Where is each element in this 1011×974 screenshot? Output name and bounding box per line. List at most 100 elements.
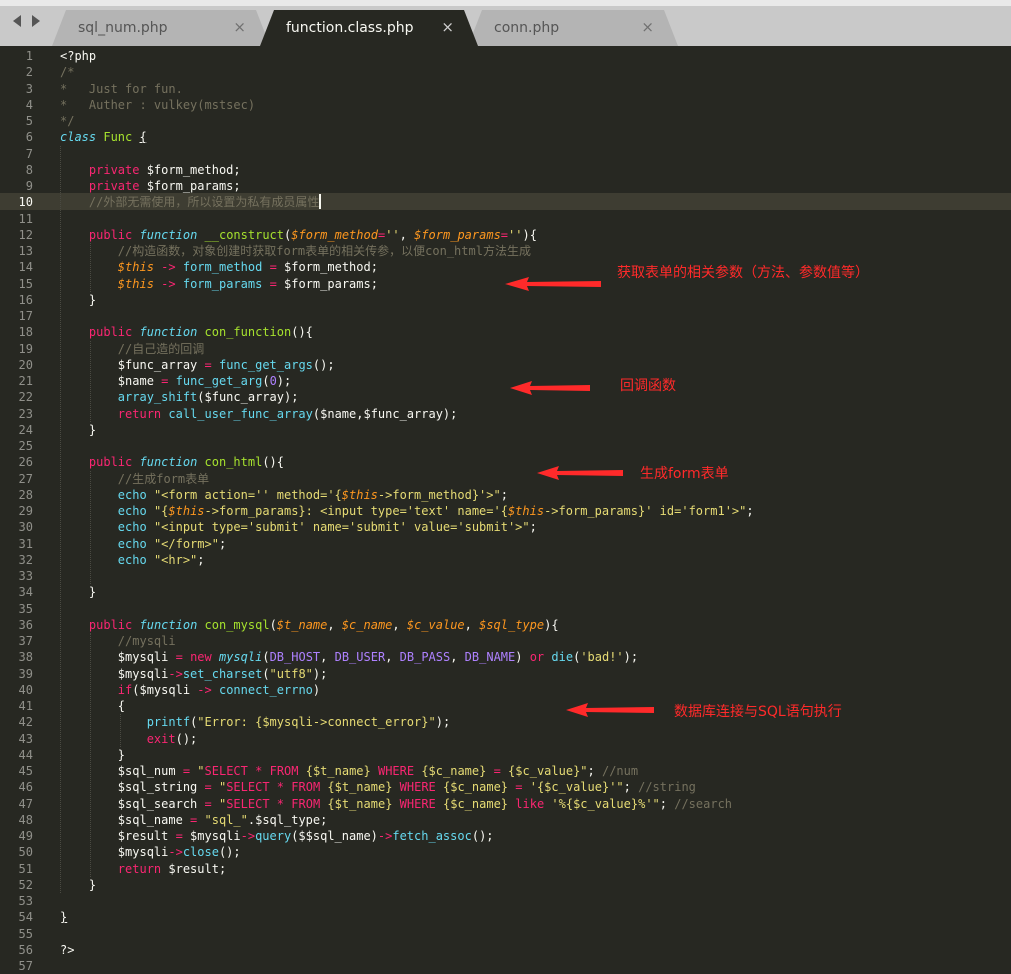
code-token: -> xyxy=(168,845,183,860)
code-line[interactable]: //构造函数，对象创建时获取form表单的相关传参，以便con_html方法生成 xyxy=(60,243,531,259)
code-line[interactable]: { xyxy=(60,698,125,714)
code-line[interactable]: echo "<hr>"; xyxy=(60,552,205,568)
code-token: con_html xyxy=(204,455,263,470)
code-token: $form_method xyxy=(291,227,378,242)
line-number: 38 xyxy=(18,650,33,665)
code-line[interactable]: array_shift($func_array); xyxy=(60,389,299,405)
code-token: } xyxy=(60,877,97,892)
code-token: FROM xyxy=(291,796,321,811)
code-line[interactable]: $mysqli->close(); xyxy=(60,844,241,860)
code-line[interactable]: $sql_num = "SELECT * FROM {$t_name} WHER… xyxy=(60,763,638,779)
tab-conn[interactable]: conn.php × xyxy=(468,10,678,46)
code-line[interactable]: } xyxy=(60,584,96,600)
tab-scroll-left-icon[interactable] xyxy=(13,15,21,27)
code-line[interactable]: class Func { xyxy=(60,129,147,145)
code-token: or xyxy=(529,650,545,665)
code-line[interactable]: * Auther : vulkey(mstsec) xyxy=(60,97,255,113)
tab-scroll-right-icon[interactable] xyxy=(32,15,40,27)
code-line[interactable]: if($mysqli -> connect_errno) xyxy=(60,682,320,698)
code-token: <?php xyxy=(60,49,97,63)
code-token: WHERE xyxy=(399,796,436,811)
code-line[interactable]: */ xyxy=(60,113,74,129)
code-line[interactable]: $this -> form_params = $form_params; xyxy=(60,276,378,292)
code-token: //mysqli xyxy=(117,634,176,648)
code-line[interactable]: } xyxy=(60,422,96,438)
code-line[interactable]: printf("Error: {$mysqli->connect_error}"… xyxy=(60,714,450,730)
code-line[interactable]: $this -> form_method = $form_method; xyxy=(60,259,378,275)
code-line[interactable]: $func_array = func_get_args(); xyxy=(60,357,335,373)
tab-bar: sql_num.php × conn.php × function.class.… xyxy=(0,0,1011,46)
code-token: } xyxy=(60,292,97,307)
code-line[interactable]: } xyxy=(60,909,67,925)
code-token: SELECT xyxy=(204,764,248,778)
code-line[interactable]: echo "<form action='' method='{$this->fo… xyxy=(60,487,508,503)
code-token: $this xyxy=(117,276,154,291)
line-number: 4 xyxy=(25,97,33,112)
code-line[interactable]: return call_user_func_array($name,$func_… xyxy=(60,406,458,422)
code-line[interactable]: private $form_method; xyxy=(60,162,241,178)
tab-sql-num[interactable]: sql_num.php × xyxy=(52,10,270,46)
line-number: 42 xyxy=(18,715,33,730)
code-token: } xyxy=(60,910,68,925)
title-strip xyxy=(0,0,1011,6)
code-token: ( xyxy=(262,374,270,388)
code-line[interactable]: //mysqli xyxy=(60,633,176,649)
code-line[interactable]: <?php xyxy=(60,48,96,64)
code-line[interactable]: //外部无需使用，所以设置为私有成员属性 xyxy=(60,194,322,210)
code-token: {$c_value}" xyxy=(500,764,588,778)
line-number: 48 xyxy=(18,812,33,827)
code-line[interactable]: } xyxy=(60,292,96,308)
code-line[interactable]: echo "<input type='submit' name='submit'… xyxy=(60,519,537,535)
code-line[interactable]: public function con_function(){ xyxy=(60,324,313,340)
code-token: ( xyxy=(269,617,277,632)
code-token: } xyxy=(60,747,126,762)
code-token: $func_array xyxy=(60,357,205,372)
code-line[interactable]: echo "{$this->form_params}: <input type=… xyxy=(60,503,754,519)
code-token: "Error: {$mysqli->connect_error}" xyxy=(197,715,436,730)
code-line[interactable]: return $result; xyxy=(60,861,226,877)
code-token: die xyxy=(551,650,574,665)
line-number: 24 xyxy=(18,422,33,437)
code-token: {$c_name} xyxy=(414,764,494,778)
code-line[interactable]: $sql_name = "sql_".$sql_type; xyxy=(60,812,328,828)
close-icon[interactable]: × xyxy=(641,18,654,36)
line-number: 28 xyxy=(18,487,33,502)
code-line[interactable]: } xyxy=(60,877,96,893)
tab-function-class[interactable]: function.class.php × xyxy=(260,10,478,46)
code-line[interactable]: public function con_html(){ xyxy=(60,454,284,470)
code-line[interactable]: public function __construct($form_method… xyxy=(60,227,537,243)
code-line[interactable]: $mysqli = new mysqli(DB_HOST, DB_USER, D… xyxy=(60,649,638,665)
code-token: ; xyxy=(587,764,602,778)
code-line[interactable]: //自己造的回调 xyxy=(60,341,204,357)
code-line[interactable]: //生成form表单 xyxy=(60,471,209,487)
code-line[interactable]: $result = $mysqli->query($$sql_name)->fe… xyxy=(60,828,494,844)
code-line[interactable]: exit(); xyxy=(60,731,198,747)
code-line[interactable]: $mysqli->set_charset("utf8"); xyxy=(60,666,328,682)
code-token: = xyxy=(269,260,277,275)
code-line[interactable]: private $form_params; xyxy=(60,178,241,194)
code-token: $sql_string xyxy=(60,780,205,795)
code-token: $mysqli xyxy=(182,829,241,843)
code-line[interactable]: $sql_search = "SELECT * FROM {$t_name} W… xyxy=(60,796,732,812)
indent-guide xyxy=(90,470,91,585)
code-line[interactable]: /* xyxy=(60,64,74,80)
code-token: $form_method; xyxy=(276,260,378,275)
code-line[interactable]: $sql_string = "SELECT * FROM {$t_name} W… xyxy=(60,779,696,795)
code-line[interactable]: ?> xyxy=(60,942,74,958)
line-number: 9 xyxy=(25,179,33,193)
code-token: = xyxy=(493,764,501,778)
code-line[interactable]: } xyxy=(60,747,125,763)
code-line[interactable]: $name = func_get_arg(0); xyxy=(60,373,291,389)
code-token: $c_value xyxy=(406,617,465,632)
code-line[interactable]: * Just for fun. xyxy=(60,81,183,97)
code-editor[interactable]: 1 2 3 4 5 6 7 8 9 10 11 12 13 14 15 16 17 18 19 20 21 22 23 24 2… xyxy=(0,46,1011,973)
code-token: //生成form表单 xyxy=(117,471,210,486)
code-line[interactable]: echo "</form>"; xyxy=(60,536,226,552)
close-icon[interactable]: × xyxy=(233,18,246,36)
code-line[interactable]: public function con_mysql($t_name, $c_na… xyxy=(60,617,559,633)
close-icon[interactable]: × xyxy=(441,18,454,36)
